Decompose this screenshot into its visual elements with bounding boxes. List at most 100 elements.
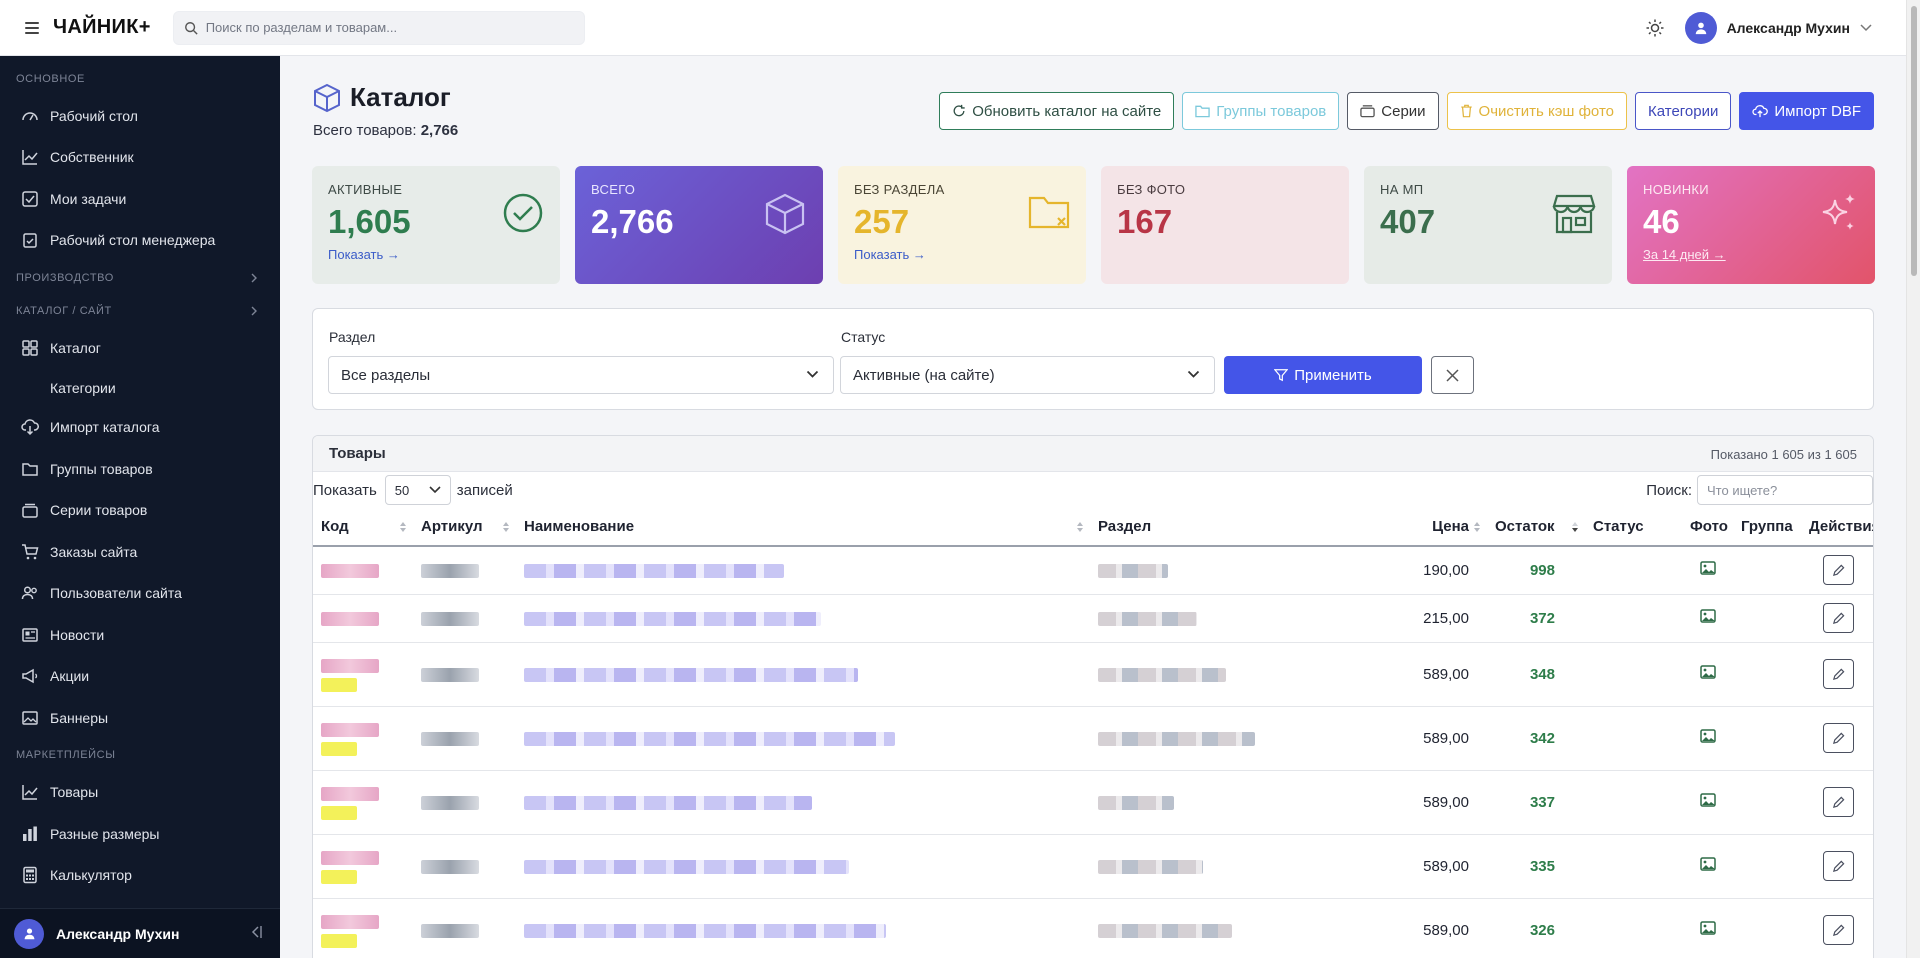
chevron-right-icon	[251, 306, 257, 315]
sidebar-item-owner[interactable]: Собственник	[0, 137, 280, 179]
sidebar-item-categories[interactable]: Категории	[0, 369, 280, 407]
col-code[interactable]: Код	[313, 508, 413, 547]
page-size-select[interactable]: 50	[384, 475, 451, 505]
sidebar-item-import-catalog[interactable]: Импорт каталога	[0, 407, 280, 449]
cell-price: 589,00	[1380, 834, 1487, 899]
chevron-down-icon[interactable]	[1860, 24, 1872, 32]
show-no-section-link[interactable]: Показать →	[854, 247, 1070, 262]
sidebar-section-marketplaces: МАРКЕТПЛЕЙСЫ	[16, 749, 116, 761]
sidebar-item-banners[interactable]: Баннеры	[0, 697, 280, 739]
cell-group	[1733, 546, 1801, 595]
sidebar-item-mp-products[interactable]: Товары	[0, 772, 280, 814]
edit-product-button[interactable]	[1822, 723, 1854, 753]
sidebar-section-production[interactable]: ПРОИЗВОДСТВО	[0, 261, 280, 294]
cell-photo[interactable]	[1682, 898, 1733, 958]
sidebar-item-catalog[interactable]: Каталог	[0, 327, 280, 369]
chevron-down-icon	[429, 486, 441, 494]
sidebar-item-product-groups[interactable]: Группы товаров	[0, 448, 280, 490]
table-row[interactable]: 589,00 326	[313, 898, 1873, 958]
global-search-input[interactable]	[205, 20, 566, 35]
trash-icon	[1460, 104, 1472, 118]
sidebar-item-dashboard[interactable]: Рабочий стол	[0, 95, 280, 137]
refresh-site-catalog-button[interactable]: Обновить каталог на сайте	[939, 92, 1175, 130]
brand-logo[interactable]: ЧАЙНИК+	[53, 16, 151, 39]
user-name[interactable]: Александр Мухин	[1727, 20, 1850, 36]
cell-section	[1090, 770, 1380, 835]
sidebar-item-tasks[interactable]: Мои задачи	[0, 178, 280, 220]
cell-photo[interactable]	[1682, 706, 1733, 771]
menu-toggle-icon[interactable]	[25, 21, 39, 34]
col-section[interactable]: Раздел	[1090, 508, 1380, 547]
sidebar-user[interactable]: Александр Мухин	[0, 908, 280, 958]
edit-product-button[interactable]	[1822, 787, 1854, 817]
section-select[interactable]: Все разделы	[328, 356, 834, 394]
edit-product-button[interactable]	[1822, 555, 1854, 586]
col-photo[interactable]: Фото	[1682, 508, 1733, 547]
chart-line-icon	[22, 150, 38, 165]
user-avatar[interactable]	[1684, 12, 1717, 44]
cell-photo[interactable]	[1682, 642, 1733, 707]
sidebar-item-calculator[interactable]: Калькулятор	[0, 855, 280, 897]
sidebar-item-site-orders[interactable]: Заказы сайта	[0, 531, 280, 573]
reset-filter-button[interactable]	[1431, 356, 1474, 394]
col-status[interactable]: Статус	[1585, 508, 1682, 547]
table-row[interactable]: 589,00 348	[313, 642, 1873, 707]
folder-icon	[1195, 105, 1210, 118]
cell-status	[1585, 594, 1682, 643]
col-price[interactable]: Цена	[1380, 508, 1487, 547]
edit-product-button[interactable]	[1822, 603, 1854, 633]
col-name[interactable]: Наименование	[516, 508, 1090, 547]
series-button[interactable]: Серии	[1347, 92, 1439, 130]
cell-name	[516, 594, 1090, 643]
edit-product-button[interactable]	[1822, 915, 1854, 945]
col-group[interactable]: Группа	[1733, 508, 1801, 547]
image-icon	[1699, 857, 1716, 871]
theme-toggle-icon[interactable]	[1645, 18, 1665, 38]
cell-photo[interactable]	[1682, 594, 1733, 643]
import-dbf-button[interactable]: Импорт DBF	[1739, 92, 1874, 130]
cell-status	[1585, 706, 1682, 771]
sidebar-item-product-series[interactable]: Серии товаров	[0, 490, 280, 532]
sidebar-item-news[interactable]: Новости	[0, 614, 280, 656]
cell-status	[1585, 834, 1682, 899]
cell-code	[313, 642, 413, 707]
page-scrollbar[interactable]	[1906, 0, 1920, 958]
sidebar-item-manager-dashboard[interactable]: Рабочий стол менеджера	[0, 220, 280, 262]
table-row[interactable]: 589,00 335	[313, 834, 1873, 899]
pencil-icon	[1832, 924, 1844, 936]
sidebar-item-sizes[interactable]: Разные размеры	[0, 813, 280, 855]
global-search[interactable]	[172, 10, 585, 45]
status-select[interactable]: Активные (на сайте)	[840, 356, 1215, 394]
stat-card-marketplace: НА МП 407	[1364, 166, 1612, 284]
cell-group	[1733, 898, 1801, 958]
scrollbar-thumb[interactable]	[1911, 6, 1917, 276]
clear-photo-cache-button[interactable]: Очистить кэш фото	[1446, 92, 1627, 130]
edit-product-button[interactable]	[1822, 851, 1854, 881]
sidebar-item-site-users[interactable]: Пользователи сайта	[0, 573, 280, 615]
sidebar-section-catalog[interactable]: КАТАЛОГ / САЙТ	[0, 294, 280, 327]
cell-photo[interactable]	[1682, 546, 1733, 595]
product-groups-button[interactable]: Группы товаров	[1182, 92, 1340, 130]
categories-button[interactable]: Категории	[1635, 92, 1732, 130]
col-stock[interactable]: Остаток	[1487, 508, 1585, 547]
table-row[interactable]: 589,00 342	[313, 706, 1873, 771]
sidebar-item-promotions[interactable]: Акции	[0, 656, 280, 698]
clipboard-check-icon	[23, 233, 37, 248]
table-row[interactable]: 589,00 337	[313, 770, 1873, 835]
show-active-link[interactable]: Показать →	[328, 247, 544, 262]
cell-photo[interactable]	[1682, 834, 1733, 899]
sidebar-section-main: ОСНОВНОЕ	[16, 72, 85, 85]
stat-card-active: АКТИВНЫЕ 1,605 Показать →	[312, 166, 560, 284]
col-sku[interactable]: Артикул	[413, 508, 516, 547]
edit-product-button[interactable]	[1822, 659, 1854, 689]
cell-photo[interactable]	[1682, 770, 1733, 835]
last-14-days-link[interactable]: За 14 дней →	[1643, 247, 1859, 262]
collapse-sidebar-icon[interactable]	[250, 925, 262, 939]
cell-code	[313, 546, 413, 595]
redacted-sku	[421, 667, 479, 682]
speedometer-icon	[22, 112, 38, 121]
apply-filter-button[interactable]: Применить	[1224, 356, 1422, 394]
table-search-input[interactable]	[1697, 475, 1873, 505]
table-row[interactable]: 215,00 372	[313, 594, 1873, 643]
table-row[interactable]: 190,00 998	[313, 546, 1873, 595]
